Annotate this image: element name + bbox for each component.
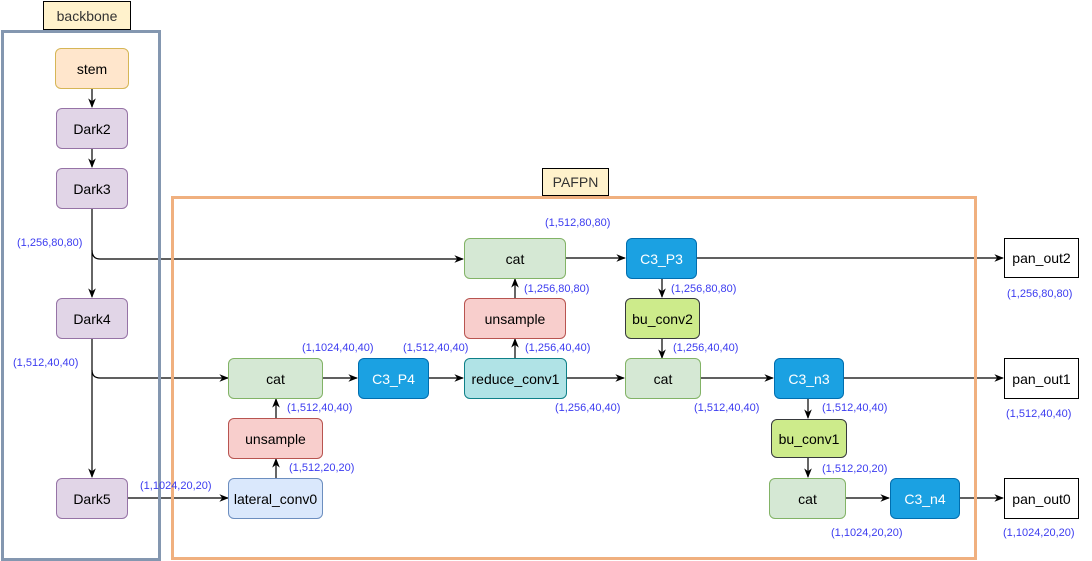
shape-label-bu-conv1: (1,512,20,20)	[822, 463, 888, 475]
shape-label-bu-conv2: (1,256,40,40)	[673, 342, 739, 354]
shape-label-c3-n3: (1,512,40,40)	[822, 402, 888, 414]
node-cat-n3[interactable]: cat	[625, 358, 701, 399]
shape-label-cat-n3: (1,512,40,40)	[694, 402, 760, 414]
node-bu-conv2[interactable]: bu_conv2	[625, 298, 700, 339]
shape-label-dark3: (1,256,80,80)	[17, 237, 83, 249]
node-dark5[interactable]: Dark5	[56, 478, 128, 519]
shape-label-c3-p4: (1,512,40,40)	[403, 342, 469, 354]
node-bu-conv1[interactable]: bu_conv1	[771, 419, 847, 458]
shape-label-pan-out0: (1,1024,20,20)	[1003, 527, 1075, 539]
shape-label-lateral: (1,512,20,20)	[289, 462, 355, 474]
shape-label-unsample-p4: (1,512,40,40)	[287, 402, 353, 414]
node-c3-p4[interactable]: C3_P4	[358, 358, 429, 399]
node-lateral-conv0[interactable]: lateral_conv0	[228, 478, 323, 519]
shape-label-dark5: (1,1024,20,20)	[140, 480, 212, 492]
shape-label-reduce-up: (1,256,40,40)	[525, 342, 591, 354]
node-reduce-conv1[interactable]: reduce_conv1	[464, 358, 567, 399]
shape-label-cat-p3: (1,512,80,80)	[545, 217, 611, 229]
shape-label-pan-out1: (1,512,40,40)	[1006, 408, 1072, 420]
node-c3-p3[interactable]: C3_P3	[626, 238, 697, 279]
shape-label-reduce-right: (1,256,40,40)	[555, 402, 621, 414]
node-cat-p3[interactable]: cat	[464, 238, 566, 279]
node-pan-out1[interactable]: pan_out1	[1004, 358, 1079, 399]
node-dark4[interactable]: Dark4	[56, 298, 128, 339]
node-unsample-p3[interactable]: unsample	[464, 298, 566, 339]
pafpn-group-label: PAFPN	[542, 168, 609, 196]
node-pan-out0[interactable]: pan_out0	[1004, 478, 1079, 519]
node-unsample-p4[interactable]: unsample	[228, 418, 323, 459]
shape-label-pan-out2: (1,256,80,80)	[1007, 288, 1073, 300]
node-dark2[interactable]: Dark2	[56, 108, 128, 149]
node-dark3[interactable]: Dark3	[56, 168, 128, 209]
node-cat-n4[interactable]: cat	[769, 478, 846, 519]
node-c3-n4[interactable]: C3_n4	[890, 478, 960, 519]
node-stem[interactable]: stem	[55, 48, 129, 89]
shape-label-unsample-p3: (1,256,80,80)	[524, 283, 590, 295]
shape-label-cat-p4: (1,1024,40,40)	[302, 342, 374, 354]
node-c3-n3[interactable]: C3_n3	[774, 358, 844, 399]
shape-label-cat-n4: (1,1024,20,20)	[831, 527, 903, 539]
shape-label-c3-p3: (1,256,80,80)	[671, 283, 737, 295]
backbone-group-label: backbone	[43, 1, 131, 30]
node-pan-out2[interactable]: pan_out2	[1004, 238, 1079, 278]
shape-label-dark4: (1,512,40,40)	[13, 357, 79, 369]
node-cat-p4[interactable]: cat	[228, 358, 323, 399]
